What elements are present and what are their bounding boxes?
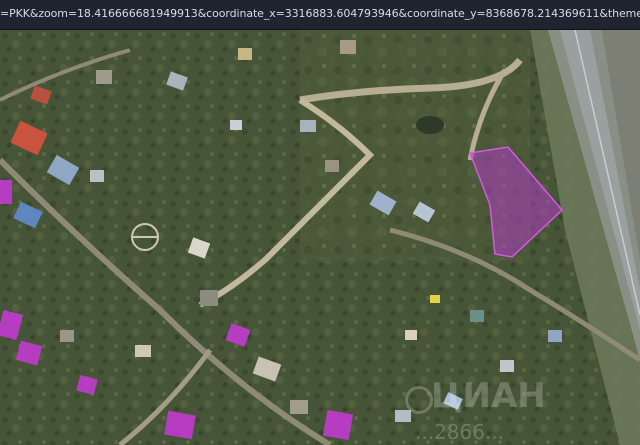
address-bar[interactable]: =PKK&zoom=18.416666681949913&coordinate_… [0, 0, 640, 30]
satellite-map[interactable] [0, 30, 640, 445]
url-text[interactable]: =PKK&zoom=18.416666681949913&coordinate_… [0, 7, 640, 20]
map-viewport[interactable]: ЦИАН ...2866... [0, 30, 640, 445]
cadastral-map-app: =PKK&zoom=18.416666681949913&coordinate_… [0, 0, 640, 445]
